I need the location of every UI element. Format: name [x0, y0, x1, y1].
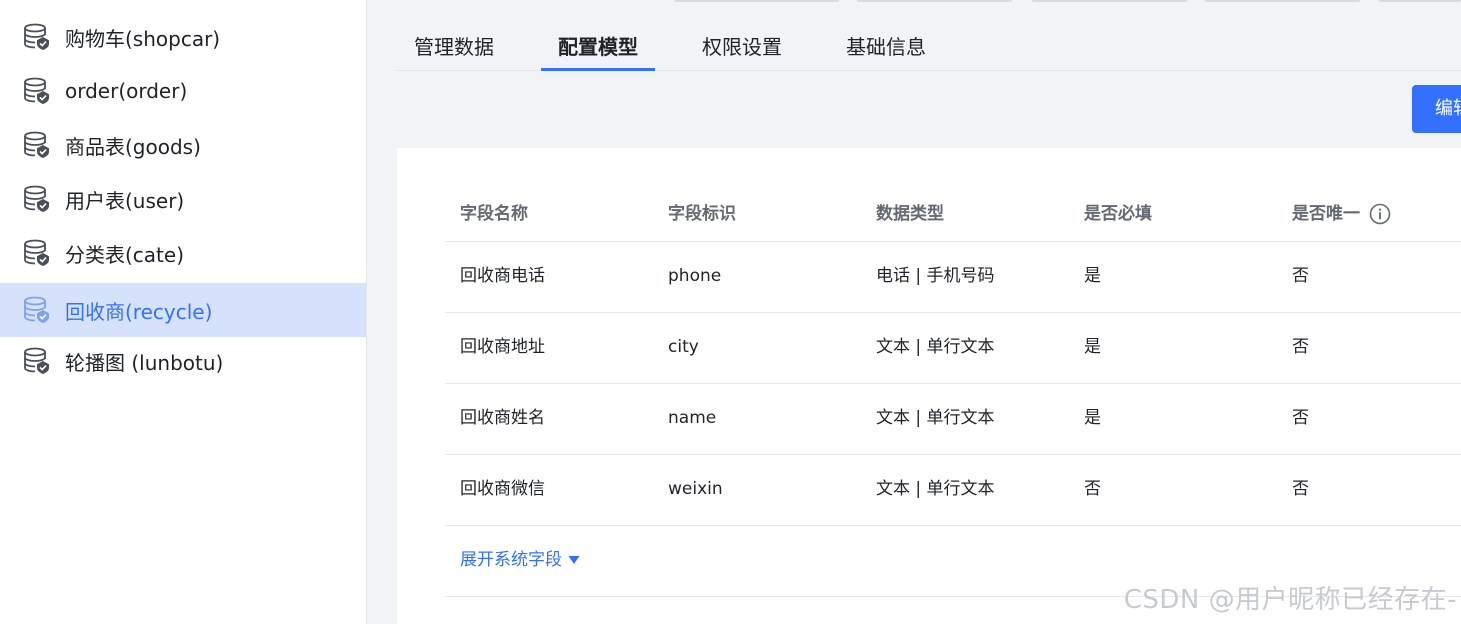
info-icon[interactable] — [1369, 203, 1391, 225]
cell-field-key: city — [668, 337, 699, 357]
header-field-name: 字段名称 — [460, 203, 528, 224]
database-icon — [24, 23, 49, 50]
cell-data-type: 文本 | 单行文本 — [876, 337, 995, 357]
sidebar-item-cate[interactable]: 分类表(cate) — [0, 226, 366, 280]
sidebar-item-label: 分类表(cate) — [65, 242, 185, 267]
main-panel: 管理数据 配置模型 权限设置 基础信息 编辑 字段名称 字段标识 数据类型 是否… — [367, 0, 1461, 624]
sidebar-item-goods[interactable]: 商品表(goods) — [0, 118, 366, 172]
tab-basic-info[interactable]: 基础信息 — [843, 24, 929, 70]
header-data-type: 数据类型 — [876, 203, 944, 224]
sidebar: 购物车(shopcar) order(order) 商品表(goods) 用户表… — [0, 0, 367, 624]
cell-required: 是 — [1084, 337, 1101, 357]
tab-bar: 管理数据 配置模型 权限设置 基础信息 — [396, 24, 1461, 71]
table-row[interactable]: 回收商电话 phone 电话 | 手机号码 是 否 — [445, 242, 1461, 313]
fields-table: 字段名称 字段标识 数据类型 是否必填 是否唯一 回收商电话 phone 电话 … — [445, 186, 1461, 597]
tab-manage-data[interactable]: 管理数据 — [411, 24, 497, 70]
sidebar-item-lunbotu[interactable]: 轮播图 (lunbotu) — [0, 334, 366, 388]
database-icon — [24, 239, 49, 266]
cell-unique: 否 — [1292, 479, 1309, 499]
sidebar-item-user[interactable]: 用户表(user) — [0, 172, 366, 226]
sidebar-item-label: order(order) — [65, 79, 188, 103]
cell-field-name: 回收商微信 — [460, 479, 545, 499]
database-icon — [24, 131, 49, 158]
cell-data-type: 电话 | 手机号码 — [876, 266, 995, 286]
sidebar-item-recycle[interactable]: 回收商(recycle) — [0, 283, 366, 337]
cell-field-key: phone — [668, 266, 722, 286]
cell-field-name: 回收商电话 — [460, 266, 545, 286]
sidebar-item-order[interactable]: order(order) — [0, 64, 366, 118]
sidebar-item-label: 回收商(recycle) — [65, 299, 213, 324]
cell-required: 是 — [1084, 266, 1101, 286]
sidebar-item-label: 商品表(goods) — [65, 134, 201, 159]
header-unique-wrap: 是否唯一 — [1292, 186, 1391, 241]
cell-field-name: 回收商姓名 — [460, 408, 545, 428]
table-header: 字段名称 字段标识 数据类型 是否必填 是否唯一 — [445, 186, 1461, 242]
watermark: CSDN @用户昵称已经存在- — [1123, 585, 1457, 615]
sidebar-item-label: 轮播图 (lunbotu) — [65, 350, 224, 375]
fields-card: 字段名称 字段标识 数据类型 是否必填 是否唯一 回收商电话 phone 电话 … — [397, 148, 1461, 624]
header-unique: 是否唯一 — [1292, 203, 1360, 224]
table-row[interactable]: 回收商微信 weixin 文本 | 单行文本 否 否 — [445, 455, 1461, 526]
active-tab-indicator — [541, 68, 655, 71]
cell-field-key: name — [668, 408, 717, 428]
cell-field-name: 回收商地址 — [460, 337, 545, 357]
database-icon — [24, 185, 49, 212]
cell-field-key: weixin — [668, 479, 723, 499]
header-required: 是否必填 — [1084, 203, 1152, 224]
sidebar-item-label: 购物车(shopcar) — [65, 26, 221, 51]
table-row[interactable]: 回收商地址 city 文本 | 单行文本 是 否 — [445, 313, 1461, 384]
tab-permissions[interactable]: 权限设置 — [699, 24, 785, 70]
cell-data-type: 文本 | 单行文本 — [876, 408, 995, 428]
expand-system-fields-label: 展开系统字段 — [460, 550, 562, 570]
cell-unique: 否 — [1292, 337, 1309, 357]
table-row[interactable]: 回收商姓名 name 文本 | 单行文本 是 否 — [445, 384, 1461, 455]
edit-button[interactable]: 编辑 — [1412, 85, 1461, 133]
cell-unique: 否 — [1292, 408, 1309, 428]
tab-config-model[interactable]: 配置模型 — [555, 24, 641, 70]
cell-unique: 否 — [1292, 266, 1309, 286]
sidebar-item-shopcar[interactable]: 购物车(shopcar) — [0, 10, 366, 64]
database-icon — [24, 347, 49, 374]
cell-data-type: 文本 | 单行文本 — [876, 479, 995, 499]
database-icon — [24, 296, 49, 323]
expand-system-fields-link[interactable]: 展开系统字段 — [460, 526, 580, 594]
cell-required: 是 — [1084, 408, 1101, 428]
header-field-key: 字段标识 — [668, 203, 736, 224]
sidebar-item-label: 用户表(user) — [65, 188, 185, 213]
caret-down-icon — [568, 556, 580, 564]
toolbar-edge — [367, 0, 1461, 4]
database-icon — [24, 77, 49, 104]
cell-required: 否 — [1084, 479, 1101, 499]
